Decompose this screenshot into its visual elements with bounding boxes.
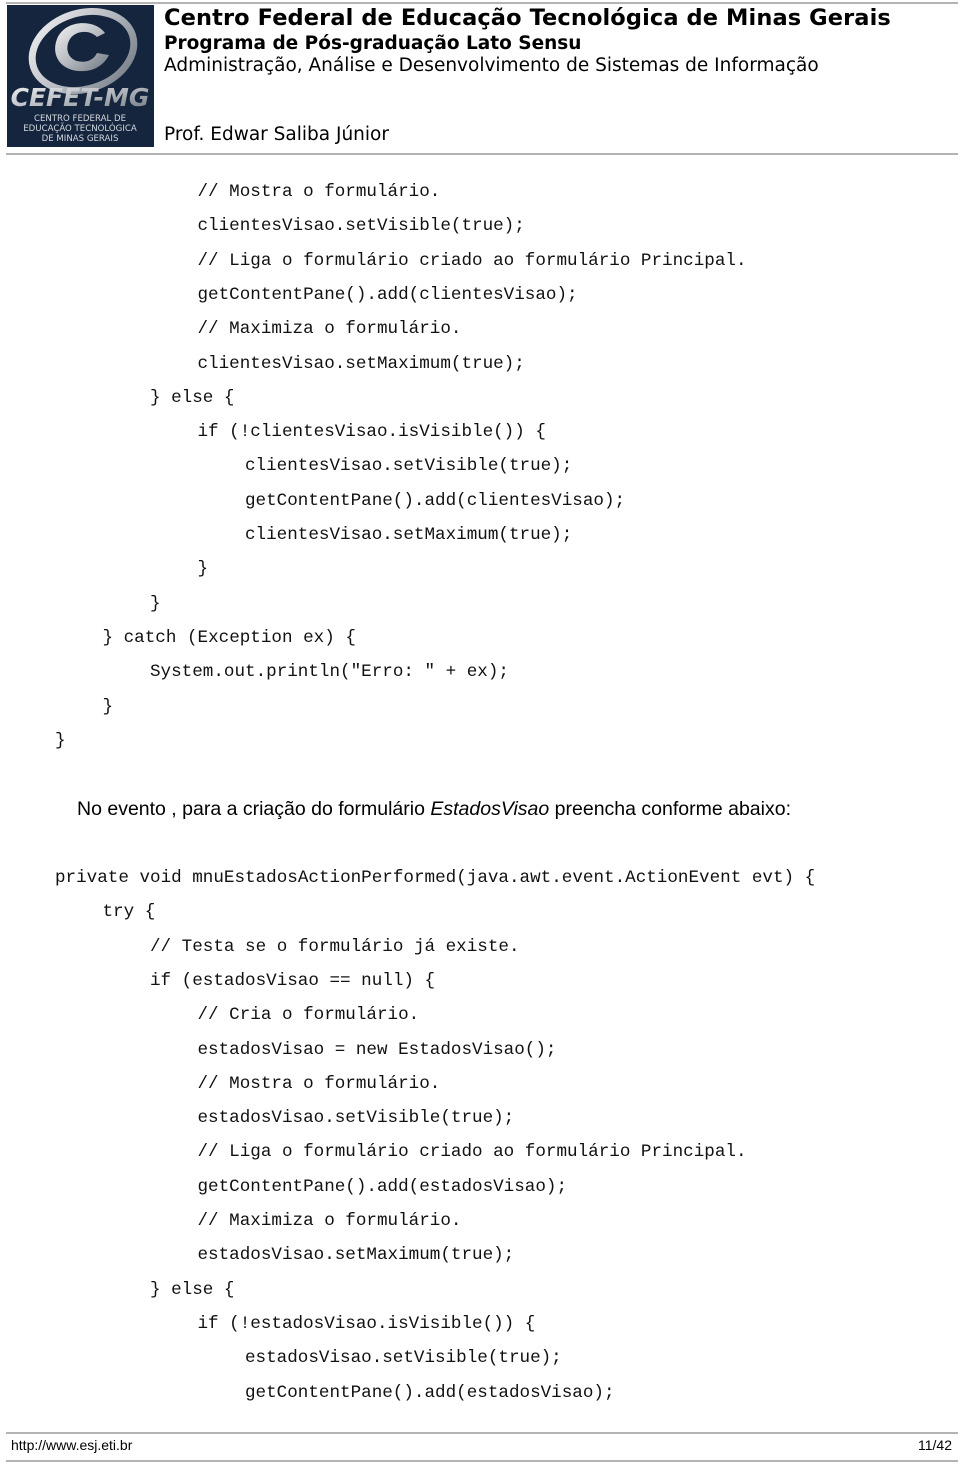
- code-line: }: [197, 559, 209, 580]
- paragraph-text-after: preencha conforme abaixo:: [549, 798, 791, 820]
- code-line: if (!estadosVisao.isVisible()) {: [197, 1313, 536, 1334]
- course-name: Administração, Análise e Desenvolvimento…: [164, 55, 819, 76]
- code-line: private void mnuEstadosActionPerformed(j…: [55, 868, 816, 888]
- code-line: // Maximiza o formulário.: [197, 1211, 462, 1231]
- footer-url-link[interactable]: http://www.esj.eti.br: [11, 1437, 132, 1453]
- code-line: clientesVisao.setVisible(true);: [197, 216, 525, 237]
- professor-name: Prof. Edwar Saliba Júnior: [164, 124, 389, 145]
- code-line: estadosVisao.setMaximum(true);: [197, 1245, 515, 1266]
- code-line: getContentPane().add(clientesVisao);: [245, 490, 626, 511]
- code-line: } else {: [150, 1279, 235, 1300]
- cefet-mg-logo-icon: CEFET-MG CENTRO FEDERAL DE EDUCAÇÃO TECN…: [11, 7, 150, 144]
- code-line: // Liga o formulário criado ao formulári…: [197, 250, 747, 271]
- paragraph-text-before: No evento , para a criação do formulário: [77, 798, 431, 820]
- header-bottom-rule: [6, 153, 958, 155]
- code-line: }: [150, 593, 161, 614]
- code-line: getContentPane().add(estadosVisao);: [245, 1382, 615, 1403]
- code-line: } catch (Exception ex) {: [102, 627, 356, 648]
- code-line: try {: [102, 902, 156, 923]
- paragraph-emphasis: EstadosVisao: [430, 798, 550, 820]
- code-line: clientesVisao.setMaximum(true);: [245, 525, 573, 545]
- code-line: estadosVisao.setVisible(true);: [197, 1108, 515, 1129]
- header-top-rule: [6, 2, 958, 4]
- code-line: }: [102, 696, 114, 717]
- code-line: // Testa se o formulário já existe.: [150, 936, 520, 957]
- code-line: getContentPane().add(estadosVisao);: [197, 1176, 568, 1197]
- cefet-mg-logo: CEFET-MG CENTRO FEDERAL DE EDUCAÇÃO TECN…: [7, 5, 154, 147]
- code-line: } else {: [150, 387, 235, 408]
- code-line: clientesVisao.setMaximum(true);: [197, 353, 525, 374]
- code-line: System.out.println("Erro: " + ex);: [150, 662, 509, 683]
- institution-title: Centro Federal de Educação Tecnológica d…: [164, 5, 891, 31]
- logo-line-1: CENTRO FEDERAL DE: [34, 114, 126, 124]
- code-line: // Mostra o formulário.: [197, 182, 441, 202]
- code-line: // Maximiza o formulário.: [197, 319, 462, 340]
- logo-line-2: EDUCAÇÃO TECNOLÓGICA: [23, 122, 137, 134]
- program-subtitle: Programa de Pós-graduação Lato Sensu: [164, 33, 582, 54]
- logo-line-3: DE MINAS GERAIS: [42, 134, 119, 144]
- code-line: getContentPane().add(clientesVisao);: [197, 284, 578, 305]
- code-line: // Cria o formulário.: [197, 1005, 420, 1026]
- code-line: // Liga o formulário criado ao formulári…: [197, 1142, 747, 1163]
- instruction-paragraph: No evento , para a criação do formulário…: [77, 798, 791, 821]
- code-line: }: [55, 730, 66, 751]
- code-line: if (estadosVisao == null) {: [150, 970, 436, 991]
- footer-bottom-rule: [6, 1460, 958, 1462]
- code-line: clientesVisao.setVisible(true);: [245, 456, 573, 477]
- footer-page-number: 11/42: [918, 1437, 952, 1453]
- code-line: // Mostra o formulário.: [197, 1073, 441, 1094]
- code-line: estadosVisao.setVisible(true);: [245, 1348, 562, 1369]
- code-line: if (!clientesVisao.isVisible()) {: [197, 422, 546, 443]
- footer-top-rule: [6, 1432, 958, 1434]
- logo-wordmark: CEFET-MG: [11, 83, 150, 112]
- code-line: estadosVisao = new EstadosVisao();: [197, 1039, 557, 1060]
